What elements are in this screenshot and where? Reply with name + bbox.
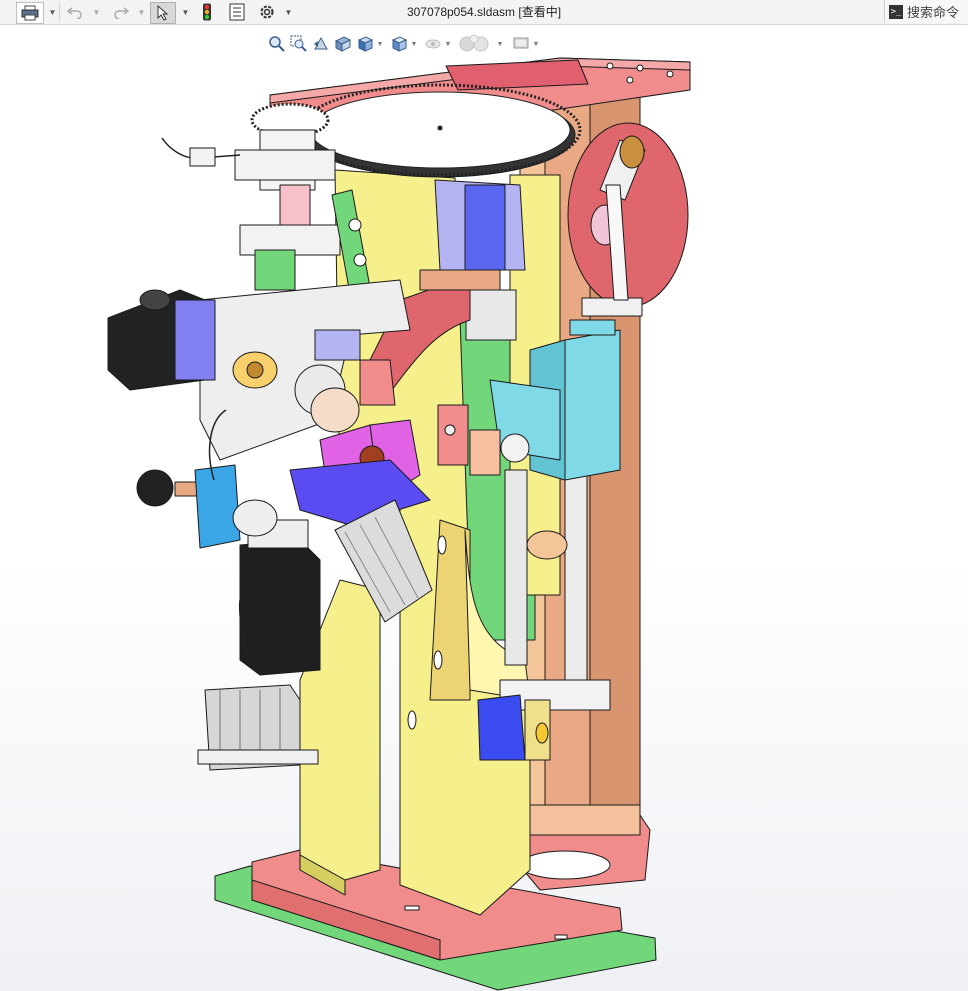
servo-motor-upper <box>107 289 216 391</box>
upper-left-guide <box>234 149 341 291</box>
ring-gear <box>298 83 582 178</box>
assembly-model[interactable] <box>0 0 968 991</box>
blue-sensor-box <box>477 694 551 761</box>
adjustment-knob <box>136 464 278 549</box>
servo-motor-lower <box>239 519 321 676</box>
